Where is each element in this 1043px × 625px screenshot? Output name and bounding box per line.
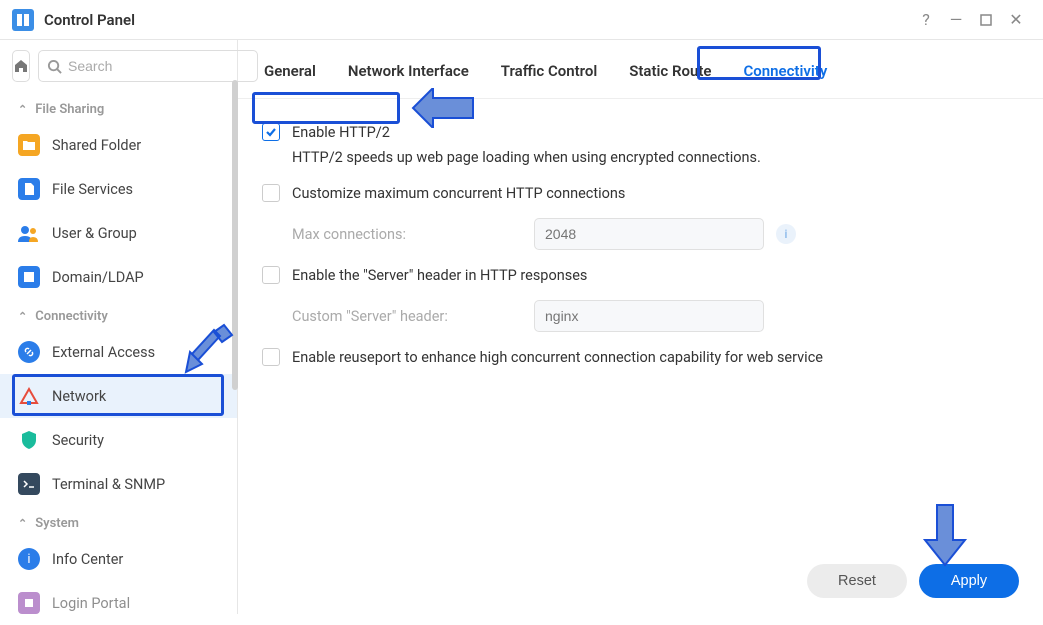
- tab-traffic-control[interactable]: Traffic Control: [499, 58, 599, 84]
- sidebar-item-external-access[interactable]: External Access: [0, 330, 237, 374]
- users-icon: [18, 222, 40, 244]
- section-label: System: [35, 516, 79, 531]
- folder-icon: [18, 134, 40, 156]
- sidebar-item-security[interactable]: Security: [0, 418, 237, 462]
- chevron-up-icon: ⌃: [18, 103, 27, 116]
- minimize-button[interactable]: —: [941, 5, 971, 35]
- section-label: Connectivity: [35, 309, 108, 324]
- titlebar: Control Panel ? — ✕: [0, 0, 1043, 40]
- label-custom-server-header: Custom "Server" header:: [292, 308, 522, 325]
- help-button[interactable]: ?: [911, 5, 941, 35]
- shield-icon: [18, 429, 40, 451]
- section-file-sharing[interactable]: ⌃ File Sharing: [0, 92, 237, 123]
- sidebar-item-user-group[interactable]: User & Group: [0, 211, 237, 255]
- content-area: General Network Interface Traffic Contro…: [238, 40, 1043, 614]
- close-button[interactable]: ✕: [1001, 5, 1031, 35]
- label-reuseport: Enable reuseport to enhance high concurr…: [292, 349, 823, 366]
- terminal-icon: [18, 473, 40, 495]
- tab-connectivity[interactable]: Connectivity: [741, 58, 829, 84]
- domain-icon: [18, 266, 40, 288]
- checkbox-reuseport[interactable]: [262, 348, 280, 366]
- sidebar-item-terminal-snmp[interactable]: Terminal & SNMP: [0, 462, 237, 506]
- sidebar-item-label: Info Center: [52, 551, 123, 568]
- file-icon: [18, 178, 40, 200]
- sidebar-item-label: File Services: [52, 181, 133, 198]
- sidebar-item-file-services[interactable]: File Services: [0, 167, 237, 211]
- checkbox-server-header[interactable]: [262, 266, 280, 284]
- sidebar-item-label: Terminal & SNMP: [52, 476, 165, 493]
- label-enable-http2: Enable HTTP/2: [292, 124, 390, 141]
- section-connectivity[interactable]: ⌃ Connectivity: [0, 299, 237, 330]
- sidebar-item-label: User & Group: [52, 225, 137, 242]
- label-customize-max: Customize maximum concurrent HTTP connec…: [292, 185, 625, 202]
- tab-general[interactable]: General: [262, 58, 318, 84]
- sidebar-item-label: Security: [52, 432, 104, 449]
- chevron-up-icon: ⌃: [18, 310, 27, 323]
- tab-network-interface[interactable]: Network Interface: [346, 58, 471, 84]
- tabs: General Network Interface Traffic Contro…: [238, 40, 1043, 99]
- sidebar-item-label: Network: [52, 388, 106, 405]
- maximize-button[interactable]: [971, 5, 1001, 35]
- sidebar-item-label: Login Portal: [52, 595, 130, 612]
- sidebar-item-network[interactable]: Network: [0, 374, 237, 418]
- checkbox-customize-max[interactable]: [262, 184, 280, 202]
- info-icon: i: [18, 548, 40, 570]
- sidebar-item-label: Domain/LDAP: [52, 269, 144, 286]
- sidebar-item-info-center[interactable]: i Info Center: [0, 537, 237, 581]
- sidebar-item-label: External Access: [52, 344, 155, 361]
- portal-icon: [18, 592, 40, 614]
- info-icon[interactable]: i: [776, 224, 796, 244]
- apply-button[interactable]: Apply: [919, 564, 1019, 598]
- network-icon: [18, 385, 40, 407]
- sidebar-item-domain-ldap[interactable]: Domain/LDAP: [0, 255, 237, 299]
- tab-static-route[interactable]: Static Route: [627, 58, 713, 84]
- search-input[interactable]: [68, 58, 249, 74]
- input-max-connections[interactable]: [534, 218, 764, 250]
- input-server-header[interactable]: [534, 300, 764, 332]
- label-server-header: Enable the "Server" header in HTTP respo…: [292, 267, 587, 284]
- section-system[interactable]: ⌃ System: [0, 506, 237, 537]
- section-label: File Sharing: [35, 102, 104, 117]
- link-icon: [18, 341, 40, 363]
- checkbox-enable-http2[interactable]: [262, 123, 280, 141]
- sidebar: ⌃ File Sharing Shared Folder File Servic…: [0, 40, 238, 614]
- app-icon: [12, 9, 34, 31]
- reset-button[interactable]: Reset: [807, 564, 907, 598]
- home-button[interactable]: [12, 50, 30, 82]
- sidebar-item-login-portal[interactable]: Login Portal: [0, 581, 237, 625]
- help-http2: HTTP/2 speeds up web page loading when u…: [262, 149, 1019, 176]
- window-title: Control Panel: [44, 11, 135, 29]
- chevron-up-icon: ⌃: [18, 517, 27, 530]
- sidebar-item-label: Shared Folder: [52, 137, 141, 154]
- sidebar-item-shared-folder[interactable]: Shared Folder: [0, 123, 237, 167]
- label-max-connections: Max connections:: [292, 226, 522, 243]
- search-box[interactable]: [38, 50, 258, 82]
